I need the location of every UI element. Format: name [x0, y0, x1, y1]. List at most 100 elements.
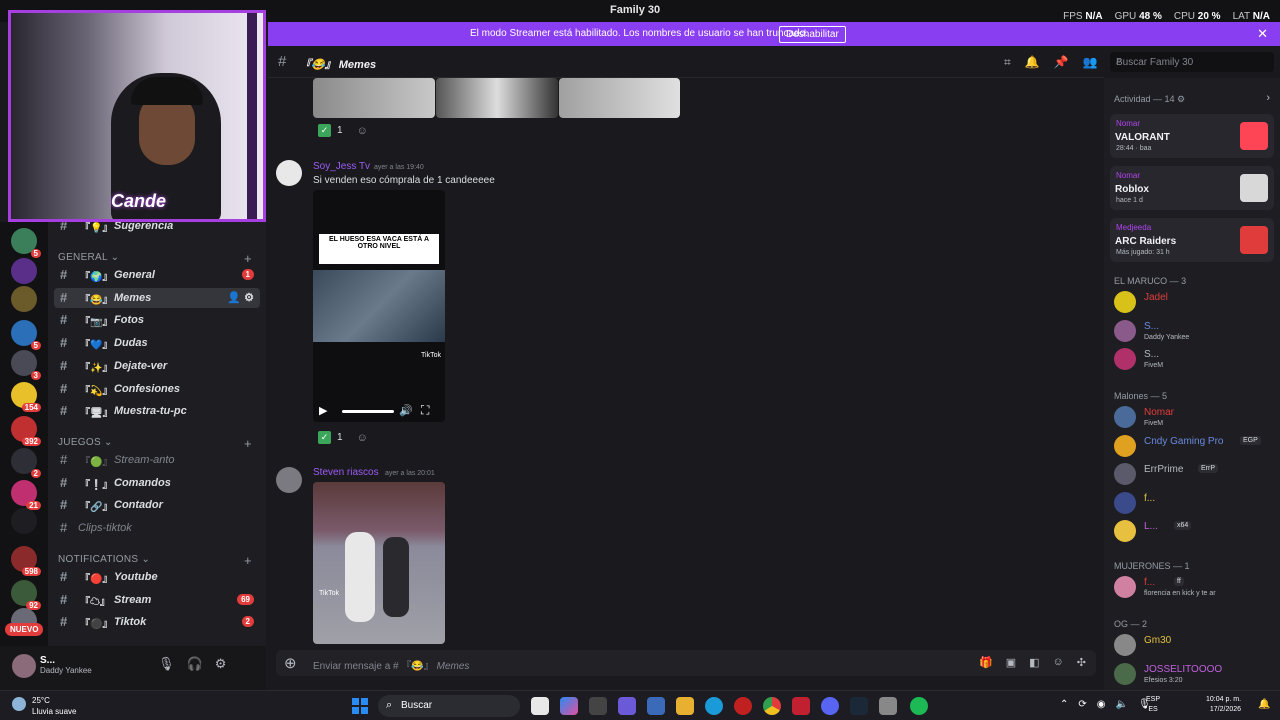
- chrome-icon[interactable]: [763, 697, 781, 715]
- sticker-icon[interactable]: ◧: [1029, 656, 1039, 669]
- avatar[interactable]: [12, 654, 36, 678]
- server-icon[interactable]: [11, 508, 37, 534]
- opera-icon[interactable]: [734, 697, 752, 715]
- discord-icon[interactable]: [821, 697, 839, 715]
- video-embed[interactable]: EL HUESO ESA VACA ESTÁ A OTRO NIVEL TikT…: [313, 190, 445, 422]
- channel-clips-tiktok[interactable]: # Clips-tiktok: [54, 518, 260, 538]
- store-icon[interactable]: [647, 697, 665, 715]
- taskbar-search[interactable]: ⌕ Buscar: [378, 695, 520, 717]
- add-reaction-icon[interactable]: ☺: [357, 125, 368, 137]
- message-composer[interactable]: ⊕ Enviar mensaje a # 『😂』 Memes 🎁 ▣ ◧ ☺ ✣: [276, 650, 1096, 676]
- speaker-icon[interactable]: 🔈: [1116, 699, 1128, 710]
- activity-card[interactable]: Medjeeda ARC Raiders Más jugado: 31 h: [1110, 218, 1274, 262]
- fullscreen-icon[interactable]: ⛶: [421, 403, 429, 418]
- activity-card[interactable]: Nomar VALORANT 28:44 · baa: [1110, 114, 1274, 158]
- app-icon[interactable]: [879, 697, 897, 715]
- channel-dudas[interactable]: # 『💙』 Dudas: [54, 333, 260, 353]
- play-icon[interactable]: ▶: [319, 404, 327, 417]
- members-icon[interactable]: 👥: [1083, 55, 1098, 70]
- start-icon[interactable]: [352, 698, 368, 714]
- headphones-icon[interactable]: 🎧: [187, 656, 203, 672]
- disable-streamer-button[interactable]: Deshabilitar: [779, 26, 846, 43]
- server-icon[interactable]: 21: [11, 480, 41, 510]
- member-row[interactable]: S... FiveM: [1114, 346, 1274, 374]
- member-row[interactable]: L... x64: [1114, 518, 1274, 546]
- reaction-chip[interactable]: ✓ 1 ☺: [318, 124, 368, 142]
- microphone-icon[interactable]: 🎙: [158, 656, 175, 672]
- reaction-chip[interactable]: ✓ 1 ☺: [318, 431, 368, 449]
- category-notifications[interactable]: NOTIFICATIONS ⌄ +: [58, 553, 252, 568]
- wifi-icon[interactable]: ◉: [1097, 699, 1106, 710]
- server-icon[interactable]: 154: [11, 382, 41, 412]
- channel-tiktok[interactable]: # 『⚫』 Tiktok 2: [54, 612, 260, 632]
- channel-stream-anto[interactable]: # 『🟢』 Stream-anto: [54, 450, 260, 470]
- folder-icon[interactable]: [676, 697, 694, 715]
- message-image[interactable]: [436, 78, 558, 118]
- message-image[interactable]: [559, 78, 680, 118]
- weather-widget[interactable]: 25°C Lluvia suave: [32, 695, 76, 717]
- server-icon[interactable]: 392: [11, 416, 41, 446]
- add-channel-icon[interactable]: +: [244, 436, 252, 451]
- member-row[interactable]: f... florencia en kick y te ar ff: [1114, 574, 1274, 602]
- volume-icon[interactable]: 🔊: [399, 404, 413, 417]
- add-channel-icon[interactable]: +: [244, 251, 252, 266]
- avatar[interactable]: [276, 467, 302, 493]
- pin-icon[interactable]: 📌: [1054, 55, 1069, 70]
- member-row[interactable]: Gm30: [1114, 632, 1274, 660]
- channel-confesiones[interactable]: # 『💫』 Confesiones: [54, 379, 260, 399]
- server-icon[interactable]: 598: [11, 546, 41, 576]
- spotify-icon[interactable]: [910, 697, 928, 715]
- app-icon[interactable]: [589, 697, 607, 715]
- message-image[interactable]: [313, 78, 435, 118]
- video-embed[interactable]: TikTok: [313, 482, 445, 644]
- channel-sugerencia[interactable]: # 『💡』 Sugerencia: [54, 222, 260, 236]
- channel-contador[interactable]: # 『🔗』 Contador: [54, 495, 260, 515]
- channel-youtube[interactable]: # 『🔴』 Youtube: [54, 567, 260, 587]
- add-reaction-icon[interactable]: ☺: [357, 432, 368, 444]
- channel-general[interactable]: # 『🌍』 General 1: [54, 265, 260, 285]
- message-author[interactable]: Soy_Jess Tv: [313, 161, 370, 172]
- task-view-icon[interactable]: [531, 697, 549, 715]
- server-icon[interactable]: 5: [11, 320, 41, 350]
- member-row[interactable]: Nomar FiveM: [1114, 404, 1274, 432]
- bell-icon[interactable]: 🔔: [1025, 55, 1040, 70]
- member-row[interactable]: S... Daddy Yankee: [1114, 318, 1274, 346]
- message-author[interactable]: Steven riascos: [313, 467, 379, 478]
- server-icon[interactable]: 5: [11, 228, 41, 258]
- close-icon[interactable]: ✕: [1257, 26, 1268, 42]
- server-icon[interactable]: 92: [11, 580, 41, 610]
- gear-icon[interactable]: ⚙: [215, 656, 227, 672]
- adobe-icon[interactable]: [792, 697, 810, 715]
- server-icon[interactable]: [11, 258, 37, 284]
- add-attachment-icon[interactable]: ⊕: [284, 654, 297, 672]
- channel-stream[interactable]: # 『☁』 Stream 69: [54, 590, 260, 610]
- member-row[interactable]: Cndy Gaming Pro EGP: [1114, 433, 1274, 461]
- member-row[interactable]: ErrPrime ErrP: [1114, 461, 1274, 489]
- steam-icon[interactable]: [850, 697, 868, 715]
- channel-muestra-tu-pc[interactable]: # 『🖥』 Muestra-tu-pc: [54, 401, 260, 421]
- server-icon[interactable]: 3: [11, 350, 41, 380]
- server-icon[interactable]: [11, 286, 37, 312]
- member-row[interactable]: f...: [1114, 490, 1274, 518]
- chevron-right-icon[interactable]: ›: [1266, 92, 1270, 104]
- volume-slider[interactable]: [342, 410, 394, 413]
- channel-dejate-ver[interactable]: # 『✨』 Dejate-ver: [54, 356, 260, 376]
- apps-icon[interactable]: ✣: [1077, 656, 1086, 669]
- add-channel-icon[interactable]: +: [244, 553, 252, 568]
- gift-icon[interactable]: 🎁: [979, 656, 993, 669]
- threads-icon[interactable]: ⌗: [1004, 55, 1011, 70]
- server-icon[interactable]: 2: [11, 448, 41, 478]
- teams-icon[interactable]: [618, 697, 636, 715]
- channel-comandos[interactable]: # 『❕』 Comandos: [54, 473, 260, 493]
- channel-fotos[interactable]: # 『📷』 Fotos: [54, 310, 260, 330]
- clock[interactable]: 10:04 p. m. 17/2/2026: [1206, 695, 1241, 715]
- gif-icon[interactable]: ▣: [1006, 656, 1016, 669]
- activity-card[interactable]: Nomar Roblox hace 1 d: [1110, 166, 1274, 210]
- edge-icon[interactable]: [705, 697, 723, 715]
- member-row[interactable]: JOSSELITOOOO Efesios 3:20: [1114, 661, 1274, 689]
- avatar[interactable]: [276, 160, 302, 186]
- emoji-icon[interactable]: ☺: [1053, 656, 1064, 669]
- channel-memes[interactable]: # 『😂』 Memes 👤 ⚙: [54, 287, 260, 308]
- member-row[interactable]: Jadel: [1114, 289, 1274, 317]
- copilot-icon[interactable]: [560, 697, 578, 715]
